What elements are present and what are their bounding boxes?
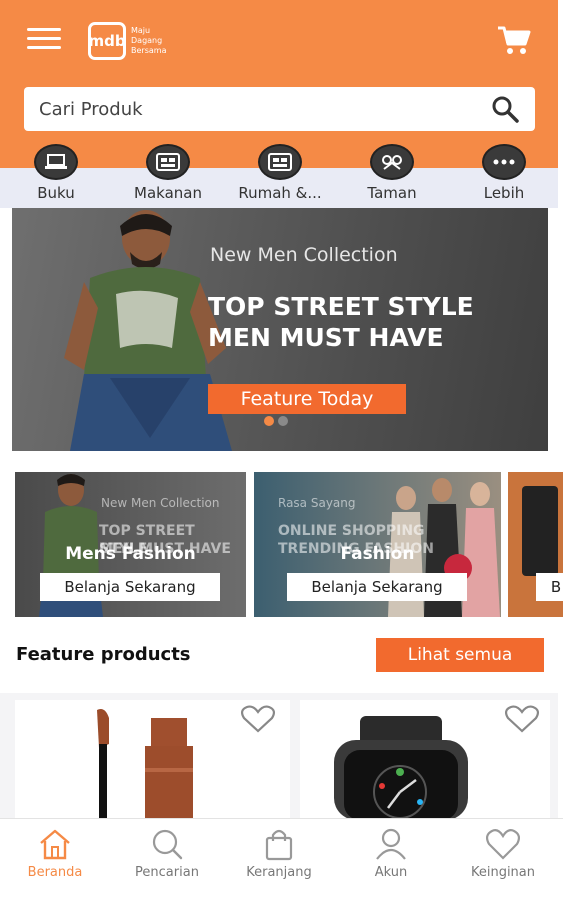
search-input[interactable]: Cari Produk — [39, 99, 490, 120]
carousel-dots — [264, 416, 288, 426]
search-icon[interactable] — [490, 94, 520, 124]
search-icon — [152, 829, 183, 860]
app-header: mdb Maju Dagang Bersama Cari Produk — [0, 0, 558, 168]
carousel-dot[interactable] — [278, 416, 288, 426]
lipstick-image — [97, 709, 193, 820]
shop-now-button[interactable]: Belanja Sekarang — [40, 573, 220, 601]
promo-card-mens-fashion[interactable]: New Men Collection TOP STREET STYLE MEN … — [15, 472, 246, 617]
hamburger-icon[interactable] — [27, 28, 61, 52]
card-background-text: Rasa Sayang — [278, 496, 356, 510]
shop-now-button[interactable]: B — [536, 573, 563, 601]
nav-item-pencarian[interactable]: Pencarian — [117, 827, 217, 880]
nav-label: Keranjang — [246, 865, 312, 880]
home-icon — [40, 829, 70, 860]
category-item-taman[interactable]: Taman — [342, 144, 442, 202]
logo-text: Maju Dagang Bersama — [131, 26, 166, 56]
category-item-lebih[interactable]: Lebih — [454, 144, 554, 202]
logo-line: Bersama — [131, 46, 167, 55]
heart-icon[interactable] — [504, 704, 540, 734]
bag-icon — [265, 829, 293, 861]
smartwatch-image — [334, 716, 468, 820]
card-title: Mens Fashion — [65, 544, 196, 564]
category-item-buku[interactable]: Buku — [6, 144, 106, 202]
logo-mark: mdb — [88, 22, 126, 60]
hero-subtitle: New Men Collection — [210, 244, 398, 266]
laptop-icon — [34, 144, 78, 180]
search-bar[interactable]: Cari Produk — [24, 87, 535, 131]
card-image — [522, 486, 558, 576]
bottom-navigation: Beranda Pencarian Keranjang Akun Keingin… — [0, 818, 563, 900]
cart-icon[interactable] — [496, 24, 532, 56]
nav-item-keranjang[interactable]: Keranjang — [229, 827, 329, 880]
feature-today-button[interactable]: Feature Today — [208, 384, 406, 414]
hero-banner[interactable]: New Men Collection TOP STREET STYLE MEN … — [12, 208, 548, 451]
section-title: Feature products — [16, 644, 191, 665]
product-card[interactable] — [15, 700, 290, 820]
nav-label: Keinginan — [470, 865, 536, 880]
nav-label: Beranda — [27, 865, 83, 880]
category-label: Rumah &... — [238, 184, 322, 202]
card-background-text: ONLINE SHOPPING — [278, 523, 425, 539]
hero-title-line: TOP STREET STYLE — [208, 292, 474, 321]
food-icon — [146, 144, 190, 180]
see-all-button[interactable]: Lihat semua — [376, 638, 544, 672]
category-label: Makanan — [134, 184, 202, 202]
hero-title-line: MEN MUST HAVE — [208, 323, 444, 352]
promo-card-fashion[interactable]: Rasa Sayang ONLINE SHOPPING TRENDING FAS… — [254, 472, 501, 617]
heart-icon — [485, 829, 521, 860]
hero-title: TOP STREET STYLE MEN MUST HAVE — [208, 291, 474, 353]
user-icon — [376, 828, 406, 860]
nav-label: Akun — [374, 865, 408, 880]
nav-item-akun[interactable]: Akun — [341, 827, 441, 880]
logo-line: Dagang — [131, 36, 163, 45]
card-background-text: New Men Collection — [101, 496, 220, 510]
carousel-dot-active[interactable] — [264, 416, 274, 426]
garden-icon — [370, 144, 414, 180]
category-item-rumah[interactable]: Rumah &... — [230, 144, 330, 202]
product-card[interactable] — [300, 700, 550, 820]
app-logo[interactable]: mdb Maju Dagang Bersama — [88, 20, 166, 62]
category-item-makanan[interactable]: Makanan — [118, 144, 218, 202]
shop-now-button[interactable]: Belanja Sekarang — [287, 573, 467, 601]
logo-line: Maju — [131, 26, 151, 35]
category-label: Taman — [367, 184, 417, 202]
nav-label: Pencarian — [135, 865, 199, 880]
category-label: Lebih — [483, 184, 525, 202]
more-icon — [482, 144, 526, 180]
nav-item-beranda[interactable]: Beranda — [5, 827, 105, 880]
nav-item-keinginan[interactable]: Keinginan — [453, 827, 553, 880]
category-label: Buku — [37, 184, 75, 202]
card-title: Fashion — [340, 544, 415, 564]
promo-card-partial[interactable]: B — [508, 472, 563, 617]
home-icon — [258, 144, 302, 180]
heart-icon[interactable] — [240, 704, 276, 734]
